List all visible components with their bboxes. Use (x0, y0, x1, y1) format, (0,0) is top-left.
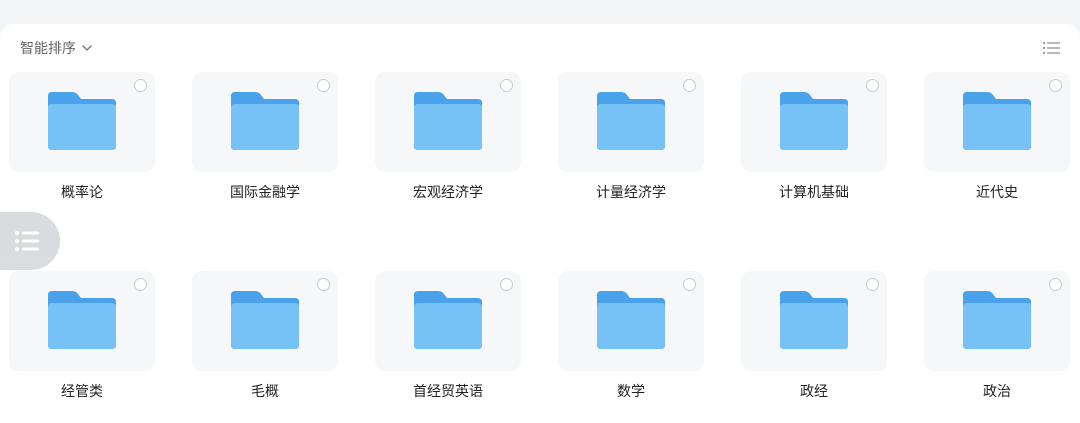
folder-name: 计算机基础 (779, 185, 849, 201)
folder-name: 概率论 (61, 185, 103, 201)
select-checkbox[interactable] (134, 278, 147, 291)
folder-card (9, 271, 155, 371)
folder-card (924, 72, 1070, 172)
folder-icon (414, 291, 482, 349)
select-checkbox[interactable] (500, 278, 513, 291)
folder-card (558, 271, 704, 371)
menu-float-button[interactable] (0, 212, 60, 270)
folder-icon (231, 291, 299, 349)
folder-icon (48, 291, 116, 349)
folder-icon (48, 92, 116, 150)
folder-card (924, 271, 1070, 371)
folder-card (558, 72, 704, 172)
select-checkbox[interactable] (866, 278, 879, 291)
folder-name: 政治 (983, 384, 1011, 400)
folder-name: 国际金融学 (230, 185, 300, 201)
folder-name: 政经 (800, 384, 828, 400)
folder-icon (597, 291, 665, 349)
folder-card (741, 271, 887, 371)
folder-card (375, 271, 521, 371)
folder-card (375, 72, 521, 172)
folder-name: 经管类 (61, 384, 103, 400)
folder-card (741, 72, 887, 172)
folder-card (192, 72, 338, 172)
folder-icon (414, 92, 482, 150)
folder-name: 数学 (617, 384, 645, 400)
folder-icon (963, 291, 1031, 349)
folder-icon (231, 92, 299, 150)
folder-icon (597, 92, 665, 150)
select-checkbox[interactable] (683, 79, 696, 92)
folder-icon (780, 92, 848, 150)
select-checkbox[interactable] (1049, 278, 1062, 291)
file-panel: 智能排序 概率论 国际金融学 宏观经济学 计量经济学 计算机基础 近代史 经管类 毛概 首经贸英… (0, 24, 1080, 423)
folder-name: 毛概 (251, 384, 279, 400)
folder-icon (963, 92, 1031, 150)
folder-card (9, 72, 155, 172)
select-checkbox[interactable] (866, 79, 879, 92)
select-checkbox[interactable] (1049, 79, 1062, 92)
folder-grid: 概率论 国际金融学 宏观经济学 计量经济学 计算机基础 近代史经管类 毛概 首经贸英语 数学 政经… (0, 24, 1080, 423)
select-checkbox[interactable] (317, 278, 330, 291)
folder-name: 首经贸英语 (413, 384, 483, 400)
list-menu-icon (14, 230, 39, 252)
breadcrumb (0, 0, 1080, 24)
folder-icon (780, 291, 848, 349)
folder-name: 宏观经济学 (413, 185, 483, 201)
folder-card (192, 271, 338, 371)
folder-name: 计量经济学 (596, 185, 666, 201)
select-checkbox[interactable] (317, 79, 330, 92)
select-checkbox[interactable] (134, 79, 147, 92)
select-checkbox[interactable] (683, 278, 696, 291)
folder-name: 近代史 (976, 185, 1018, 201)
select-checkbox[interactable] (500, 79, 513, 92)
